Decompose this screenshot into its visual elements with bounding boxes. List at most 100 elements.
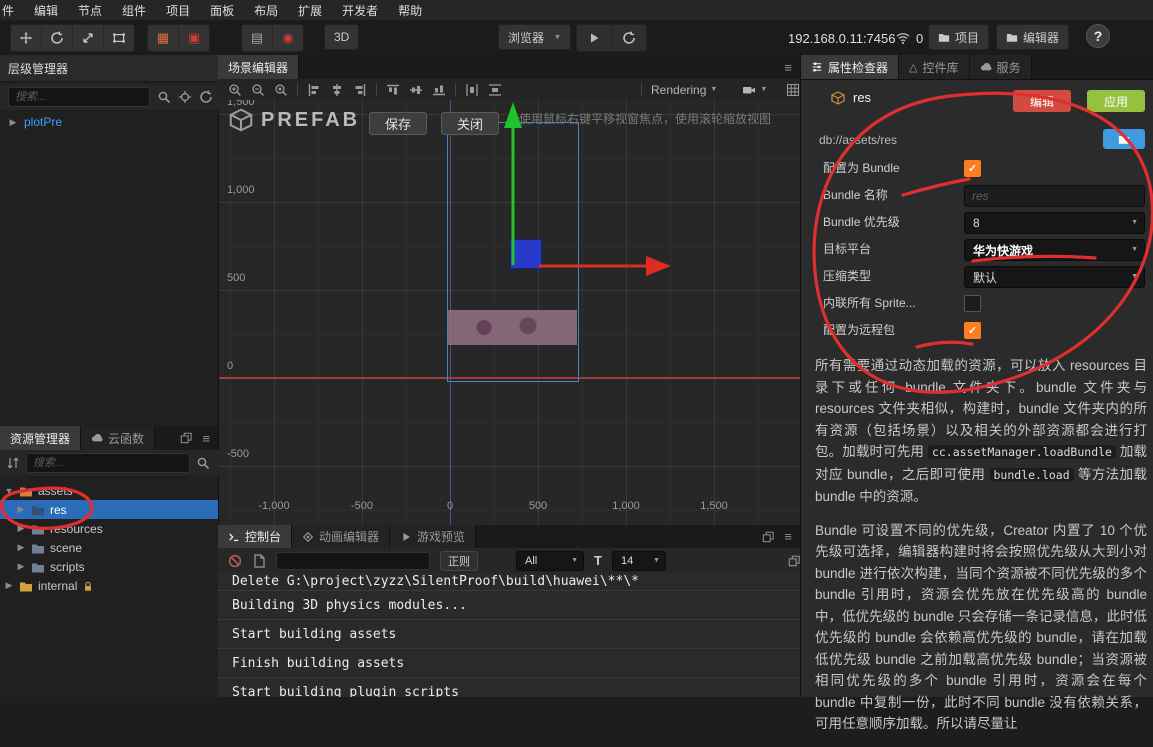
help-button[interactable]: ? <box>1086 24 1110 48</box>
scene-viewport[interactable]: 1,500 1,000 500 0 -500 -1,000 -500 0 500… <box>219 100 800 525</box>
hierarchy-locate-icon[interactable] <box>178 90 192 104</box>
console-filter-input[interactable] <box>276 551 430 570</box>
scale-tool-icon[interactable] <box>73 25 104 51</box>
log-row[interactable]: Building 3D physics modules... <box>218 591 800 620</box>
expand-arrow-icon[interactable]: ▶ <box>8 117 18 128</box>
open-project-button[interactable]: 项目 <box>928 24 990 50</box>
log-row[interactable]: Start building plugin scripts <box>218 678 800 697</box>
align-right-icon[interactable] <box>353 83 367 97</box>
expand-arrow-icon[interactable]: ▶ <box>16 504 26 515</box>
play-icon[interactable] <box>577 25 612 51</box>
reveal-folder-button[interactable] <box>1103 129 1145 149</box>
align-bottom-icon[interactable] <box>432 83 446 97</box>
hierarchy-node-plotpre[interactable]: ▶ plotPre <box>0 112 226 132</box>
align-center-horizontal-icon[interactable] <box>330 83 344 97</box>
tab-cloud-functions[interactable]: 云函数 <box>81 426 156 450</box>
console-menu-icon[interactable]: ≡ <box>784 529 792 544</box>
console-popout-icon[interactable] <box>762 531 774 543</box>
expand-arrow-icon[interactable]: ▶ <box>4 580 14 591</box>
bundle-name-input[interactable] <box>964 185 1145 207</box>
distribute-horizontal-icon[interactable] <box>465 83 479 97</box>
console-layout-icon[interactable] <box>788 555 800 567</box>
menu-item-developer[interactable]: 开发者 <box>332 0 388 20</box>
tree-row-assets[interactable]: ▼ assets <box>0 481 218 500</box>
open-log-file-icon[interactable] <box>252 554 266 568</box>
menu-item-node[interactable]: 节点 <box>68 0 112 20</box>
bundle-priority-select[interactable]: 8 <box>964 212 1145 234</box>
menu-item-file[interactable]: 件 <box>0 0 24 20</box>
target-platform-select[interactable]: 华为快游戏 <box>964 239 1145 261</box>
inline-sprite-checkbox[interactable] <box>964 295 981 312</box>
tab-scene-editor[interactable]: 场景编辑器 <box>218 55 300 79</box>
tree-row-internal[interactable]: ▶ internal <box>0 576 218 595</box>
remote-bundle-checkbox[interactable] <box>964 322 981 339</box>
collapse-arrow-icon[interactable]: ▼ <box>4 486 14 496</box>
distribute-vertical-icon[interactable] <box>488 83 502 97</box>
tab-animation-editor[interactable]: 动画编辑器 <box>292 525 391 548</box>
clear-console-icon[interactable] <box>228 554 242 568</box>
assets-popout-icon[interactable] <box>180 432 192 444</box>
target-tool-icon[interactable]: ◉ <box>273 25 303 51</box>
camera-dropdown[interactable]: ▼ <box>742 83 767 97</box>
assets-menu-icon[interactable]: ≡ <box>202 431 210 446</box>
open-editor-button[interactable]: 编辑器 <box>996 24 1070 50</box>
zoom-fit-icon[interactable] <box>274 83 288 97</box>
rect-tool-icon[interactable] <box>104 25 134 51</box>
expand-arrow-icon[interactable]: ▶ <box>16 523 26 534</box>
log-row[interactable]: Start building assets <box>218 620 800 649</box>
browser-select[interactable]: 浏览器 <box>498 24 571 50</box>
tab-widget-library[interactable]: △ 控件库 <box>899 55 970 79</box>
log-row[interactable]: Finish building assets <box>218 649 800 678</box>
tab-service[interactable]: 服务 <box>969 55 1032 79</box>
hierarchy-search-icon[interactable] <box>157 90 171 104</box>
apply-button[interactable]: 应用 <box>1087 90 1145 112</box>
log-row[interactable]: Delete G:\project\zyzz\SilentProof\build… <box>218 573 800 591</box>
font-size-select[interactable]: 14 <box>611 550 666 571</box>
tree-row-res[interactable]: ▶ res <box>0 500 218 519</box>
prefab-close-button[interactable]: 关闭 <box>441 112 499 135</box>
config-bundle-checkbox[interactable] <box>964 160 981 177</box>
tab-game-preview[interactable]: 游戏预览 <box>390 525 477 548</box>
tab-assets[interactable]: 资源管理器 <box>0 426 82 450</box>
tree-row-resources[interactable]: ▶ resources <box>0 519 218 538</box>
zoom-out-icon[interactable] <box>251 83 265 97</box>
tile-tool-icon[interactable]: ▦ <box>148 25 179 51</box>
menu-item-edit[interactable]: 编辑 <box>24 0 68 20</box>
assets-search-input[interactable] <box>26 453 190 473</box>
refresh-preview-icon[interactable] <box>612 25 646 51</box>
edit-button[interactable]: 编辑 <box>1013 90 1071 112</box>
menu-item-extension[interactable]: 扩展 <box>288 0 332 20</box>
assets-search-icon[interactable] <box>196 456 210 470</box>
mode-3d-button[interactable]: 3D <box>324 24 360 50</box>
rotate-tool-icon[interactable] <box>42 25 73 51</box>
menu-item-layout[interactable]: 布局 <box>244 0 288 20</box>
paint-tool-icon[interactable]: ▣ <box>179 25 209 51</box>
menu-item-panel[interactable]: 面板 <box>200 0 244 20</box>
transform-gizmo[interactable] <box>219 100 800 525</box>
align-top-icon[interactable] <box>386 83 400 97</box>
tree-row-scene[interactable]: ▶ scene <box>0 538 218 557</box>
menu-item-help[interactable]: 帮助 <box>388 0 432 20</box>
expand-arrow-icon[interactable]: ▶ <box>16 561 26 572</box>
assets-sort-icon[interactable] <box>6 456 20 470</box>
rendering-dropdown[interactable]: Rendering ▼ <box>651 83 717 97</box>
align-middle-icon[interactable] <box>409 83 423 97</box>
hierarchy-search-input[interactable] <box>8 87 150 107</box>
grid-toggle-icon[interactable] <box>786 83 800 97</box>
prefab-save-button[interactable]: 保存 <box>369 112 427 135</box>
scene-menu-icon[interactable]: ≡ <box>784 60 792 75</box>
move-tool-icon[interactable] <box>11 25 42 51</box>
hierarchy-refresh-icon[interactable] <box>199 90 213 104</box>
menu-item-project[interactable]: 项目 <box>156 0 200 20</box>
texture-tool-icon[interactable]: ▤ <box>242 25 273 51</box>
log-level-select[interactable]: All <box>516 550 584 571</box>
menu-item-component[interactable]: 组件 <box>112 0 156 20</box>
zoom-in-icon[interactable] <box>228 83 242 97</box>
tab-inspector[interactable]: 属性检查器 <box>801 55 900 79</box>
tree-row-scripts[interactable]: ▶ scripts <box>0 557 218 576</box>
tab-console[interactable]: 控制台 <box>218 525 293 548</box>
align-left-icon[interactable] <box>307 83 321 97</box>
expand-arrow-icon[interactable]: ▶ <box>16 542 26 553</box>
regex-toggle[interactable]: 正则 <box>440 550 478 571</box>
compression-type-select[interactable]: 默认 <box>964 266 1145 288</box>
